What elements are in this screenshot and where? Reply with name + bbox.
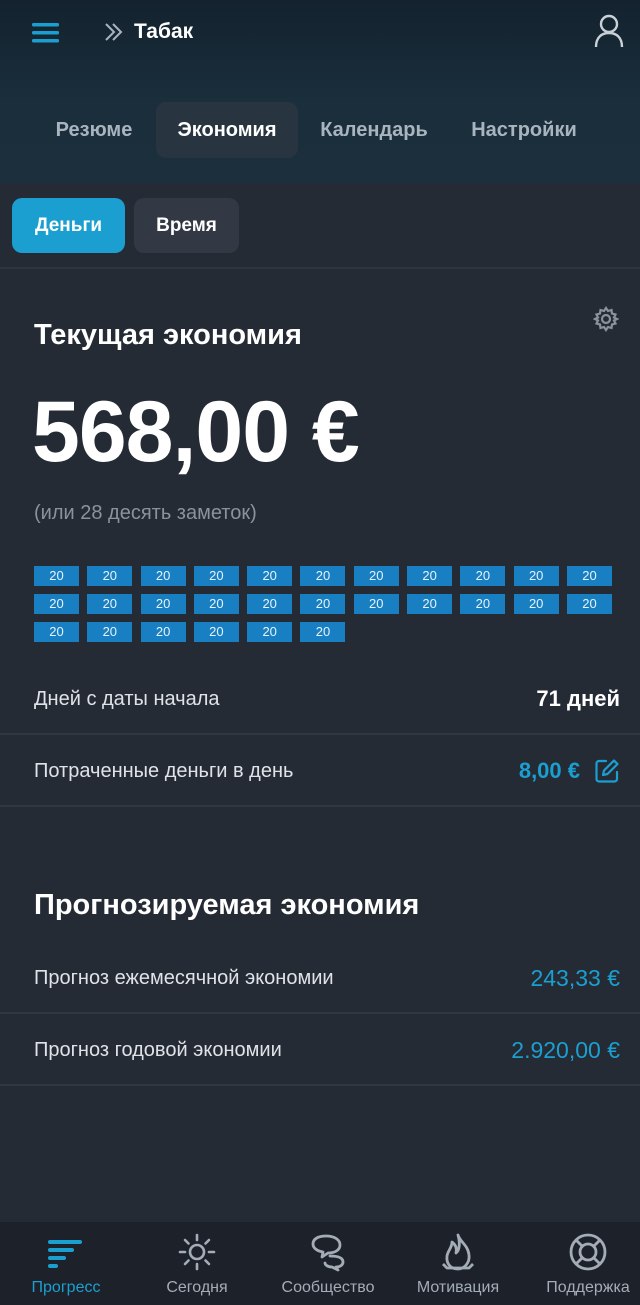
- progress-bars-icon: [46, 1232, 86, 1272]
- tab-summary[interactable]: Резюме: [38, 102, 150, 158]
- banknote-chip: 20: [407, 594, 453, 614]
- banknote-chip: 20: [140, 594, 186, 614]
- banknote-chip: 20: [460, 566, 506, 586]
- double-chevron-right-icon: [103, 20, 125, 44]
- nav-motivation-label: Мотивация: [416, 1279, 500, 1296]
- banknote-chip: 20: [566, 566, 612, 586]
- daily-spend-label: Потраченные деньги в день: [34, 760, 294, 782]
- tab-money[interactable]: Деньги: [12, 198, 125, 253]
- banknote-chip: 20: [140, 622, 186, 642]
- nav-today[interactable]: Сегодня: [133, 1222, 261, 1305]
- page-title: Табак: [134, 20, 194, 43]
- nav-community-label: Сообщество: [281, 1279, 375, 1296]
- banknote-chip: 20: [407, 566, 453, 586]
- banknote-chip: 20: [247, 566, 293, 586]
- flame-icon: [438, 1232, 478, 1272]
- banknote-chip: 20: [353, 594, 399, 614]
- user-profile-icon[interactable]: [594, 14, 624, 48]
- banknote-chip: 20: [513, 594, 559, 614]
- nav-progress[interactable]: Прогресс: [2, 1222, 130, 1305]
- nav-progress-label: Прогресс: [31, 1279, 101, 1296]
- nav-motivation[interactable]: Мотивация: [394, 1222, 522, 1305]
- banknote-grid: 20 20 20 20 20 20 20 20 20 20 20 20 20 20 20 20 20 20 20 20…: [34, 566, 624, 642]
- banknote-chip: 20: [87, 566, 133, 586]
- yearly-forecast-value: 2.920,00 €: [511, 1037, 620, 1063]
- monthly-forecast-value: 243,33 €: [530, 965, 620, 991]
- banknote-chip: 20: [300, 622, 346, 642]
- tab-time[interactable]: Время: [134, 198, 239, 253]
- current-savings-title: Текущая экономия: [34, 319, 302, 351]
- banknote-chip: 20: [460, 594, 506, 614]
- days-since-start-value: 71 дней: [536, 686, 620, 711]
- days-since-start-label: Дней с даты начала: [34, 688, 220, 710]
- banknote-chip: 20: [353, 566, 399, 586]
- lifebuoy-icon: [568, 1232, 608, 1272]
- banknote-chip: 20: [34, 594, 79, 614]
- banknote-chip: 20: [140, 566, 186, 586]
- banknote-chip: 20: [247, 594, 293, 614]
- hamburger-menu-icon[interactable]: [32, 22, 62, 44]
- tab-settings[interactable]: Настройки: [454, 102, 594, 158]
- days-since-start-row: Дней с даты начала 71 дней: [0, 663, 640, 735]
- main-tabs: Резюме Экономия Календарь Настройки: [0, 102, 640, 158]
- banknote-chip: 20: [34, 566, 79, 586]
- yearly-forecast-label: Прогноз годовой экономии: [34, 1039, 282, 1061]
- tab-savings[interactable]: Экономия: [156, 102, 298, 158]
- chat-bubbles-icon: [308, 1232, 348, 1272]
- top-bar: Табак: [0, 0, 640, 66]
- nav-support-label: Поддержка: [546, 1279, 630, 1296]
- monthly-forecast-label: Прогноз ежемесячной экономии: [34, 967, 334, 989]
- daily-spend-row[interactable]: Потраченные деньги в день 8,00 €: [0, 735, 640, 807]
- bottom-navigation: Прогресс Сегодня Сообщество Мотивация По…: [0, 1222, 640, 1305]
- edit-pencil-icon[interactable]: [594, 758, 620, 784]
- banknote-chip: 20: [34, 622, 79, 642]
- nav-support[interactable]: Поддержка: [510, 1222, 638, 1305]
- banknote-chip: 20: [193, 594, 239, 614]
- banknote-chip: 20: [300, 594, 346, 614]
- banknote-chip: 20: [193, 622, 239, 642]
- banknote-chip: 20: [566, 594, 612, 614]
- yearly-forecast-row: Прогноз годовой экономии 2.920,00 €: [0, 1014, 640, 1086]
- gear-icon[interactable]: [592, 306, 620, 332]
- app-header: Табак Резюме Экономия Календарь Настройк…: [0, 0, 640, 183]
- banknote-chip: 20: [87, 622, 133, 642]
- banknote-chip: 20: [87, 594, 133, 614]
- banknote-chip: 20: [247, 622, 293, 642]
- current-savings-amount: 568,00 €: [32, 384, 360, 480]
- forecast-title: Прогнозируемая экономия: [34, 889, 420, 921]
- banknote-chip: 20: [300, 566, 346, 586]
- notes-caption: (или 28 десять заметок): [34, 502, 257, 524]
- nav-today-label: Сегодня: [166, 1279, 228, 1296]
- monthly-forecast-row: Прогноз ежемесячной экономии 243,33 €: [0, 942, 640, 1014]
- segmented-tabs: Деньги Время: [0, 183, 640, 269]
- banknote-chip: 20: [193, 566, 239, 586]
- banknote-chip: 20: [513, 566, 559, 586]
- nav-community[interactable]: Сообщество: [264, 1222, 392, 1305]
- sun-icon: [177, 1232, 217, 1272]
- daily-spend-value[interactable]: 8,00 €: [519, 735, 580, 807]
- tab-calendar[interactable]: Календарь: [304, 102, 444, 158]
